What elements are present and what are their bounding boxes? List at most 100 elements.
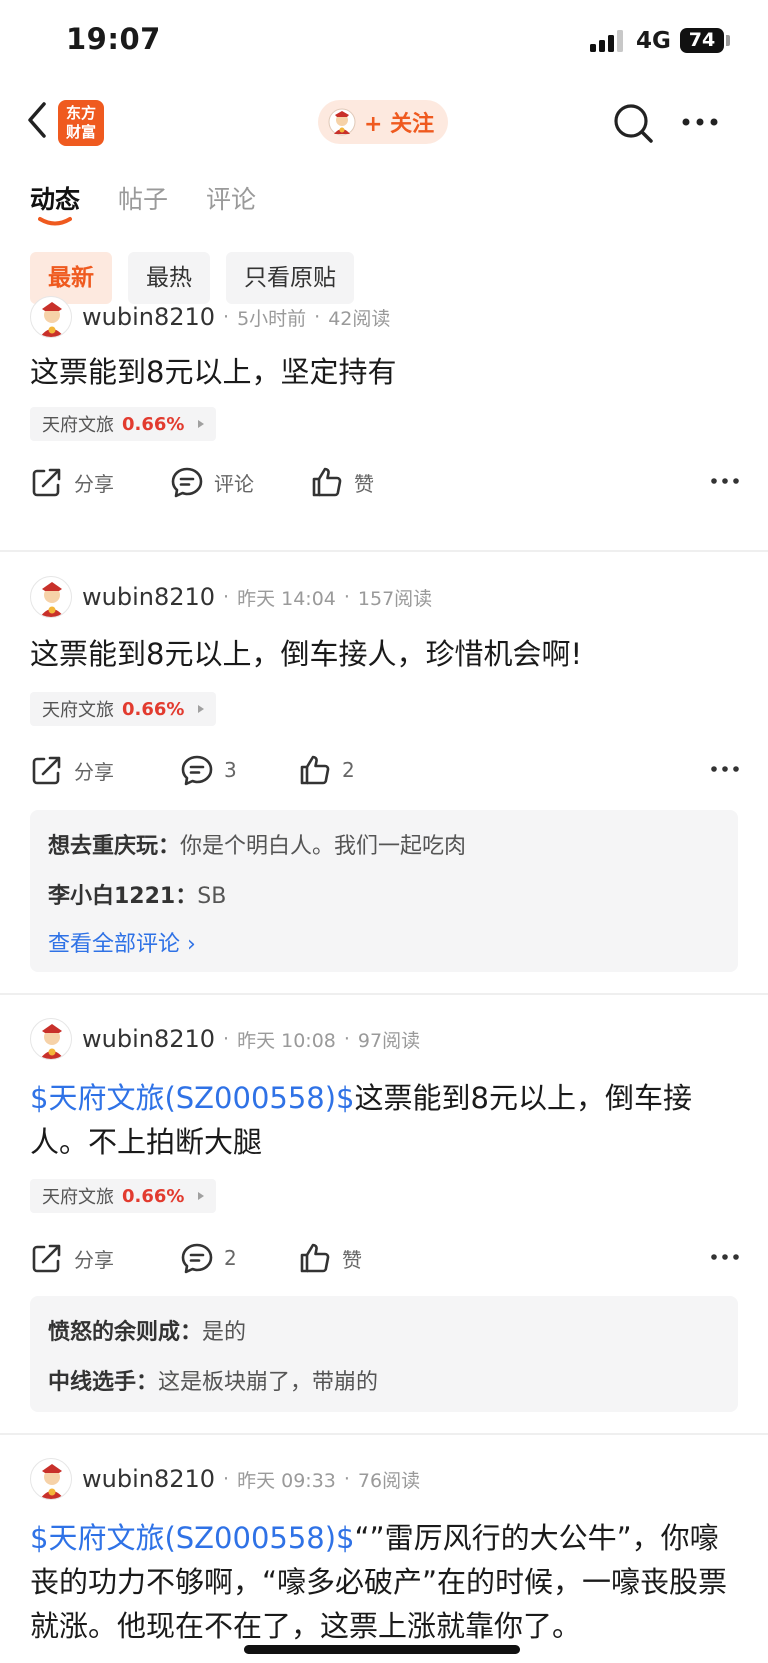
stock-name: 天府文旅 [42, 415, 114, 436]
home-indicator[interactable] [244, 1645, 520, 1654]
post-text[interactable]: $天府文旅(SZ000558)$这票能到8元以上，倒车接人。不上拍断大腿 [30, 1076, 740, 1164]
comment-author[interactable]: 李小白1221： [48, 884, 197, 909]
post-reads: 97阅读 [357, 1029, 421, 1052]
user-avatar-icon [40, 582, 64, 617]
stock-name: 天府文旅 [42, 1187, 114, 1208]
play-triangle-icon [198, 705, 205, 713]
post-meta-dot: · [223, 1028, 230, 1050]
post-meta-dot: · [223, 306, 230, 328]
stock-tag[interactable]: 天府文旅 0.66% [30, 1179, 217, 1213]
comment-preview[interactable]: 想去重庆玩：你是个明白人。我们一起吃肉 李小白1221：SB 查看全部评论 › [30, 810, 738, 972]
avatar[interactable] [30, 1018, 72, 1060]
comment-author[interactable]: 愤怒的余则成： [48, 1320, 202, 1345]
active-tab-indicator [38, 217, 72, 226]
comment-icon [181, 1243, 213, 1274]
share-label: 分享 [74, 471, 114, 496]
like-label: 赞 [342, 1247, 362, 1272]
comment-button[interactable]: 评论 [170, 462, 254, 502]
post-reads: 42阅读 [328, 307, 391, 330]
stock-tag[interactable]: 天府文旅 0.66% [30, 407, 217, 441]
comment-author[interactable]: 中线选手： [48, 1370, 158, 1395]
comment-icon [181, 755, 213, 786]
post-author[interactable]: wubin8210 · 5小时前 · 42阅读 [30, 296, 390, 338]
post-meta-dot: · [343, 1028, 350, 1050]
stock-mention-link[interactable]: $天府文旅(SZ000558)$ [30, 1521, 355, 1555]
post-meta-dot: · [223, 1468, 230, 1490]
post-author[interactable]: wubin8210 · 昨天 14:04 · 157阅读 [30, 576, 432, 618]
follow-label: + 关注 [364, 112, 435, 137]
username[interactable]: wubin8210 [82, 303, 215, 331]
post-meta-dot: · [343, 586, 350, 608]
share-button[interactable]: 分享 [30, 1238, 114, 1278]
username[interactable]: wubin8210 [82, 1465, 215, 1493]
comment-preview[interactable]: 愤怒的余则成：是的 中线选手：这是板块崩了，带崩的 [30, 1296, 738, 1412]
post-divider [0, 1433, 768, 1435]
tab-dynamics[interactable]: 动态 [30, 180, 80, 216]
comment-count: 3 [224, 758, 237, 782]
post-meta-dot: · [314, 306, 321, 328]
like-button[interactable]: 2 [298, 750, 355, 790]
network-label: 4G [636, 28, 671, 54]
share-icon [32, 756, 61, 785]
post-divider [0, 993, 768, 995]
back-arrow-icon[interactable] [22, 98, 52, 142]
avatar[interactable] [30, 1458, 72, 1500]
share-button[interactable]: 分享 [30, 750, 114, 790]
post-time: 昨天 14:04 [237, 587, 336, 610]
post-actions: 分享 评论 赞 [30, 462, 740, 502]
signal-icon [590, 30, 626, 52]
stock-change: 0.66% [122, 1185, 185, 1207]
post-text[interactable]: $天府文旅(SZ000558)$“”雷厉风行的大公牛”，你嚎丧的功力不够啊，“嚎… [30, 1516, 740, 1656]
tab-comments[interactable]: 评论 [206, 180, 256, 216]
post-author[interactable]: wubin8210 · 昨天 09:33 · 76阅读 [30, 1458, 420, 1500]
stock-mention-link[interactable]: $天府文旅(SZ000558)$ [30, 1081, 355, 1115]
comment-icon [171, 467, 203, 498]
share-label: 分享 [74, 1247, 114, 1272]
like-button[interactable]: 赞 [310, 462, 374, 502]
comment-text: 是的 [202, 1320, 247, 1345]
comment-label: 评论 [214, 471, 254, 496]
user-avatar-icon [40, 1464, 64, 1499]
share-button[interactable]: 分享 [30, 462, 114, 502]
username[interactable]: wubin8210 [82, 583, 215, 611]
avatar[interactable] [30, 296, 72, 338]
post-reads: 76阅读 [357, 1469, 421, 1492]
thumbs-up-icon [312, 467, 342, 497]
like-count: 2 [342, 758, 355, 782]
tab-posts[interactable]: 帖子 [118, 180, 168, 216]
thumbs-up-icon [300, 1243, 330, 1273]
comment-line: 李小白1221：SB [48, 878, 226, 910]
comment-text: SB [197, 884, 227, 909]
view-all-comments-link[interactable]: 查看全部评论 › [48, 926, 196, 958]
comment-line: 想去重庆玩：你是个明白人。我们一起吃肉 [48, 828, 466, 860]
username[interactable]: wubin8210 [82, 1025, 215, 1053]
share-icon [32, 1244, 61, 1273]
status-bar: 19:07 4G 74 [0, 0, 768, 84]
follow-button[interactable]: + 关注 [318, 100, 448, 144]
post-text[interactable]: 这票能到8元以上，坚定持有 [30, 350, 740, 394]
stock-change: 0.66% [122, 698, 185, 720]
post-more-icon[interactable] [710, 1252, 740, 1262]
stock-tag[interactable]: 天府文旅 0.66% [30, 692, 217, 726]
content-tabs: 动态 帖子 评论 [30, 180, 256, 216]
post-more-icon[interactable] [710, 476, 740, 486]
more-options-icon[interactable] [680, 116, 720, 128]
post-meta-dot: · [343, 1468, 350, 1490]
top-nav: 东方 财富 + 关注 [0, 84, 768, 164]
post-text[interactable]: 这票能到8元以上，倒车接人，珍惜机会啊! [30, 632, 740, 676]
battery-icon: 74 [680, 28, 724, 53]
post-time: 昨天 10:08 [237, 1029, 336, 1052]
battery-tip [726, 35, 730, 46]
comment-text: 这是板块崩了，带崩的 [158, 1370, 379, 1395]
user-avatar-icon [40, 1024, 64, 1059]
avatar[interactable] [30, 576, 72, 618]
post-meta-dot: · [223, 586, 230, 608]
like-button[interactable]: 赞 [298, 1238, 362, 1278]
stock-name: 天府文旅 [42, 700, 114, 721]
post-author[interactable]: wubin8210 · 昨天 10:08 · 97阅读 [30, 1018, 420, 1060]
comment-author[interactable]: 想去重庆玩： [48, 834, 180, 859]
post-more-icon[interactable] [710, 764, 740, 774]
comment-button[interactable]: 3 [180, 750, 237, 790]
search-icon[interactable] [612, 102, 654, 144]
comment-button[interactable]: 2 [180, 1238, 237, 1278]
